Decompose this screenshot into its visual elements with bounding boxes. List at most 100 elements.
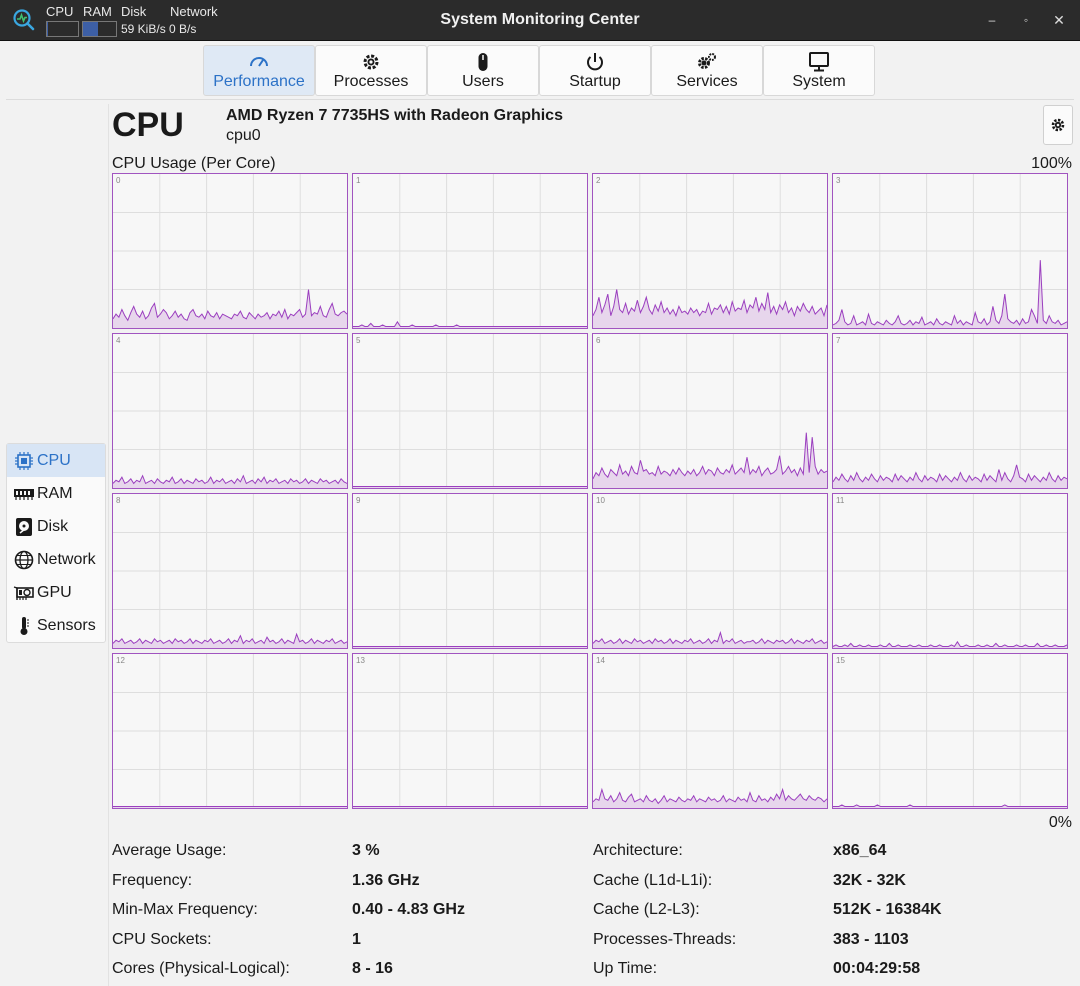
core-index-label: 2 — [596, 176, 601, 185]
sidebar-item-sensors[interactable]: Sensors — [7, 609, 105, 642]
sidebar-item-cpu[interactable]: CPU — [7, 444, 105, 477]
network-indicator-label: Network — [170, 4, 218, 19]
core-index-label: 14 — [596, 656, 605, 665]
stat-label: Processes-Threads: — [593, 931, 737, 948]
core-graph: 10 — [592, 493, 828, 649]
chart-title: CPU Usage (Per Core) — [112, 155, 276, 172]
sidebar-item-label: Network — [37, 550, 96, 568]
core-usage-area — [113, 289, 347, 328]
mouse-icon — [478, 53, 488, 71]
stat-value: 8 - 16 — [352, 960, 393, 977]
core-usage-line — [353, 320, 587, 327]
sidebar-item-disk[interactable]: Disk — [7, 510, 105, 543]
tab-label: Users — [462, 73, 504, 90]
globe-icon — [14, 550, 34, 569]
sidebar-item-ram[interactable]: RAM — [7, 477, 105, 510]
stat-value: 512K - 16384K — [833, 901, 942, 918]
stat-value: 383 - 1103 — [833, 931, 909, 948]
tab-label: Startup — [569, 73, 621, 90]
tab-label: Services — [676, 73, 738, 90]
page-title: CPU — [112, 106, 184, 144]
core-graph-plot — [113, 494, 347, 648]
core-graph-plot — [353, 334, 587, 488]
network-rate-text: 59 KiB/s 0 B/s — [121, 22, 197, 36]
monitor-icon — [809, 52, 829, 72]
disk-indicator-label: Disk — [121, 4, 147, 19]
core-graph: 2 — [592, 173, 828, 329]
core-usage-area — [353, 321, 587, 328]
core-index-label: 13 — [356, 656, 365, 665]
core-index-label: 3 — [836, 176, 841, 185]
ram-indicator-fill — [83, 22, 98, 36]
core-index-label: 7 — [836, 336, 841, 345]
core-usage-line — [113, 289, 347, 322]
core-graph-plot — [833, 494, 1067, 648]
speedometer-icon — [250, 57, 268, 67]
cpu-chip-icon — [15, 451, 33, 470]
tab-processes[interactable]: Processes — [315, 45, 427, 96]
sidebar-item-network[interactable]: Network — [7, 543, 105, 576]
core-graph: 4 — [112, 333, 348, 489]
core-graph: 6 — [592, 333, 828, 489]
cpu-indicator-bar — [46, 21, 79, 37]
core-index-label: 9 — [356, 496, 361, 505]
stat-value: 32K - 32K — [833, 872, 906, 889]
tab-startup[interactable]: Startup — [539, 45, 651, 96]
stat-value: 1 — [352, 931, 361, 948]
core-graph: 9 — [352, 493, 588, 649]
core-index-label: 6 — [596, 336, 601, 345]
cpu-device-name: cpu0 — [226, 127, 261, 144]
sidebar-item-label: Sensors — [37, 616, 96, 634]
tab-label: Performance — [213, 73, 305, 90]
sidebar-item-label: Disk — [37, 517, 69, 535]
sidebar-separator — [108, 104, 109, 986]
stat-label: Architecture: — [593, 842, 683, 859]
ram-icon — [14, 488, 34, 500]
ram-indicator-bar — [82, 21, 117, 37]
core-graph-plot — [353, 174, 587, 328]
core-graph: 14 — [592, 653, 828, 809]
maximize-button[interactable]: ◦ — [1015, 9, 1037, 31]
cpu-model-name: AMD Ryzen 7 7735HS with Radeon Graphics — [226, 107, 563, 124]
stat-label: Cores (Physical-Logical): — [112, 960, 290, 977]
tab-divider — [6, 99, 1074, 100]
minimize-button[interactable]: – — [981, 9, 1003, 31]
core-graph-plot — [113, 334, 347, 488]
core-graph: 12 — [112, 653, 348, 809]
core-usage-area — [833, 260, 1067, 328]
stat-value: 1.36 GHz — [352, 872, 420, 889]
tab-users[interactable]: Users — [427, 45, 539, 96]
sidebar-item-gpu[interactable]: GPU — [7, 576, 105, 609]
close-button[interactable]: ✕ — [1048, 9, 1070, 31]
gears-icon — [698, 53, 716, 69]
core-graph: 8 — [112, 493, 348, 649]
core-graph: 15 — [832, 653, 1068, 809]
core-graph: 11 — [832, 493, 1068, 649]
stat-label: Average Usage: — [112, 842, 227, 859]
stat-value: x86_64 — [833, 842, 887, 859]
gear-icon — [363, 54, 379, 70]
core-index-label: 12 — [116, 656, 125, 665]
tab-label: Processes — [333, 73, 409, 90]
per-core-chart-grid: 0 1 2 3 4 5 6 7 8 9 10 11 12 13 14 15 — [112, 173, 1068, 809]
settings-button[interactable] — [1043, 105, 1073, 145]
cpu-indicator-label: CPU — [46, 4, 74, 19]
chart-max-label: 100% — [1031, 155, 1072, 172]
core-graph: 1 — [352, 173, 588, 329]
tab-system[interactable]: System — [763, 45, 875, 96]
core-index-label: 0 — [116, 176, 121, 185]
core-graph-plot — [593, 494, 827, 648]
core-graph-plot — [593, 334, 827, 488]
tab-performance[interactable]: Performance — [203, 45, 315, 96]
gpu-icon — [13, 585, 34, 600]
tab-services[interactable]: Services — [651, 45, 763, 96]
core-usage-line — [833, 804, 1067, 807]
thermometer-icon — [20, 616, 29, 635]
cpu-indicator-fill — [47, 22, 48, 36]
core-graph-plot — [353, 494, 587, 648]
performance-sidebar: CPU RAM Disk Network GPU Sensors — [6, 443, 106, 643]
sidebar-item-label: CPU — [37, 451, 71, 469]
stat-label: Frequency: — [112, 872, 193, 889]
app-monitor-icon — [13, 9, 35, 31]
gear-icon — [1051, 118, 1065, 132]
